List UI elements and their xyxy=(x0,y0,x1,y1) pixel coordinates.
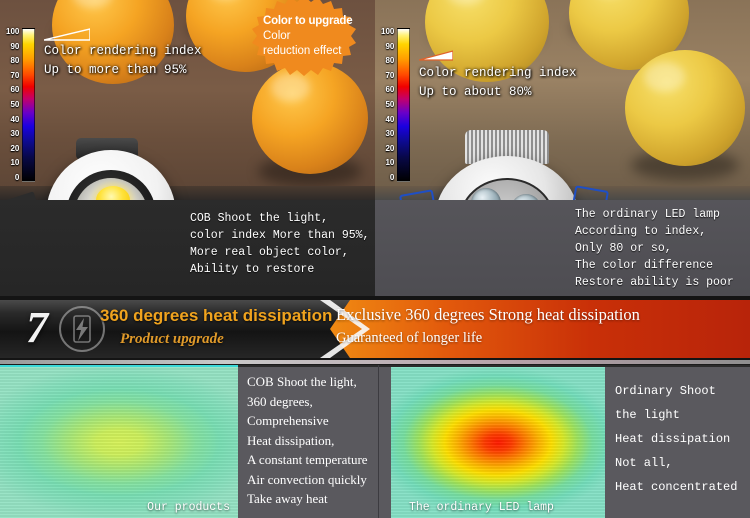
cri-tick: 100 xyxy=(381,27,395,36)
thermal-map-hotspot-icon: The ordinary LED lamp xyxy=(391,367,605,518)
comparison-panel-ordinary: 100 90 80 70 60 50 40 30 20 10 0 Color r… xyxy=(375,0,750,296)
caption-line: Only 80 or so, xyxy=(575,242,672,255)
ordinary-caption-text: The ordinary LED lamp According to index… xyxy=(575,206,734,291)
cri-subline: Up to about 80% xyxy=(419,85,532,99)
cri-tick: 10 xyxy=(385,158,395,168)
thermal-text-line: Heat dissipation xyxy=(615,432,731,446)
thermal-text-line: Take away heat xyxy=(247,491,328,506)
banner-right-line2: Guaranteed of longer life xyxy=(336,330,483,346)
thermal-text-line: Not all, xyxy=(615,456,673,470)
cri-tick: 40 xyxy=(385,114,395,124)
badge-title: Color to upgrade xyxy=(263,14,353,27)
thermal-text-line: Heat concentrated xyxy=(615,480,738,494)
cri-headline-group-cob: Color rendering index Up to more than 95… xyxy=(44,42,202,80)
orange-fruit xyxy=(625,50,745,166)
caption-line: Ability to restore xyxy=(190,263,315,276)
thermal-text-line: A constant temperature xyxy=(247,452,368,467)
cri-headline: Color rendering index xyxy=(419,66,577,80)
cri-tick: 0 xyxy=(389,172,395,182)
banner-title: 360 degrees heat dissipation xyxy=(100,306,333,325)
thermal-text-line: the light xyxy=(615,408,680,422)
cri-headline: Color rendering index xyxy=(44,44,202,58)
thermal-text-line: 360 degrees, xyxy=(247,393,313,409)
cri-gradient-bar xyxy=(397,28,411,182)
feature-banner: 7 360 degrees heat dissipation Product u… xyxy=(0,296,750,364)
color-upgrade-badge[interactable]: Color to upgrade Color reduction effect xyxy=(252,0,356,76)
cri-tick: 60 xyxy=(10,85,20,95)
cri-tick: 10 xyxy=(10,158,20,168)
caption-line: The ordinary LED lamp xyxy=(575,208,720,221)
orange-fruit xyxy=(252,62,368,174)
cri-tick: 20 xyxy=(10,143,20,153)
comparison-panel-cob: 100 90 80 70 60 50 40 30 20 10 0 Color r… xyxy=(0,0,375,296)
caption-line: According to index, xyxy=(575,225,707,238)
wedge-marker-icon xyxy=(419,50,453,62)
cri-tick: 40 xyxy=(10,114,20,124)
banner-bottom-rule xyxy=(0,360,750,364)
thermal-map-even-icon: Our products xyxy=(0,367,238,518)
cob-caption-text: COB Shoot the light, color index More th… xyxy=(190,210,369,278)
cri-scale-ticks: 100 90 80 70 60 50 40 30 20 10 0 xyxy=(6,28,22,182)
cri-tick: 0 xyxy=(14,172,20,182)
thermal-comparison-section: Our products COB Shoot the light, 360 de… xyxy=(0,365,750,518)
caption-line: COB Shoot the light, xyxy=(190,212,329,225)
thermal-text-line: COB Shoot the light, xyxy=(247,374,357,389)
thermal-left-text: COB Shoot the light, 360 degrees, Compre… xyxy=(247,372,368,509)
thermal-image-label: The ordinary LED lamp xyxy=(409,501,554,514)
thermal-text-line: Heat dissipation, xyxy=(247,432,335,448)
cri-headline-group-ordinary: Color rendering index Up to about 80% xyxy=(419,64,577,102)
cri-scale-ticks: 100 90 80 70 60 50 40 30 20 10 0 xyxy=(381,28,397,182)
cri-scale-ordinary: 100 90 80 70 60 50 40 30 20 10 0 xyxy=(381,28,411,182)
comparison-section: 100 90 80 70 60 50 40 30 20 10 0 Color r… xyxy=(0,0,750,296)
cri-tick: 50 xyxy=(10,99,20,109)
thermal-text-line: Comprehensive xyxy=(247,413,329,428)
banner-step-number: 7 xyxy=(26,303,48,352)
thermal-text-line: Ordinary Shoot xyxy=(615,384,716,398)
cri-tick: 80 xyxy=(10,56,20,66)
lightning-bolt-circle-icon xyxy=(58,305,106,353)
cri-tick: 100 xyxy=(6,27,20,36)
banner-right-line1: Exclusive 360 degrees Strong heat dissip… xyxy=(336,305,640,324)
cri-tick: 30 xyxy=(385,129,395,139)
cri-subline: Up to more than 95% xyxy=(44,63,187,77)
cri-tick: 80 xyxy=(385,56,395,66)
cri-tick: 90 xyxy=(385,41,395,51)
caption-line: More real object color, xyxy=(190,246,349,259)
cri-tick: 90 xyxy=(10,41,20,51)
banner-subtitle: Product upgrade xyxy=(120,331,224,347)
caption-line: The color difference xyxy=(575,259,714,272)
badge-line3: reduction effect xyxy=(263,44,342,57)
badge-line2: Color xyxy=(263,29,291,42)
thermal-divider xyxy=(378,365,379,518)
cri-tick: 30 xyxy=(10,129,20,139)
caption-line: Restore ability is poor xyxy=(575,276,734,289)
caption-line: color index More than 95%, xyxy=(190,229,370,242)
cri-tick: 70 xyxy=(10,70,20,80)
product-comparison-infographic: 100 90 80 70 60 50 40 30 20 10 0 Color r… xyxy=(0,0,750,518)
thermal-right-text: Ordinary Shoot the light Heat dissipatio… xyxy=(615,379,737,499)
cri-tick: 60 xyxy=(385,85,395,95)
cri-tick: 50 xyxy=(385,99,395,109)
thermal-image-label: Our products xyxy=(147,501,230,514)
thermal-text-line: Air convection quickly xyxy=(247,471,367,487)
cri-tick: 70 xyxy=(385,70,395,80)
cri-tick: 20 xyxy=(385,143,395,153)
wedge-marker-icon xyxy=(44,28,90,42)
